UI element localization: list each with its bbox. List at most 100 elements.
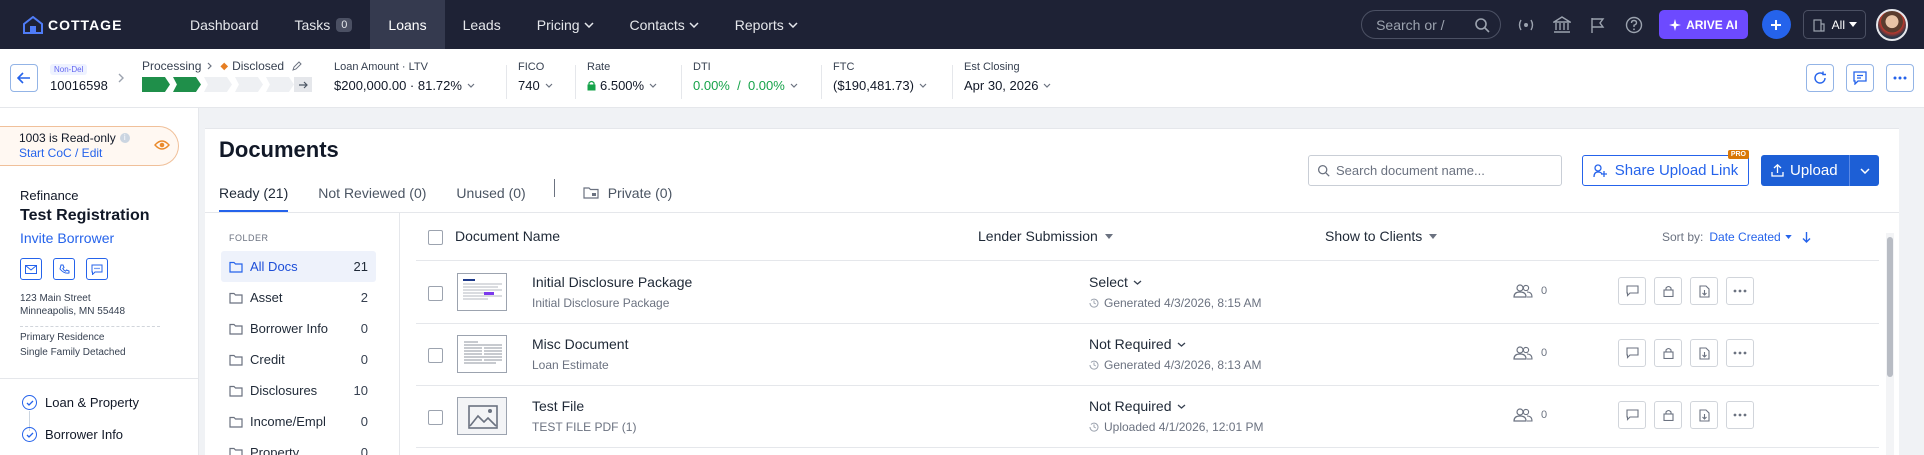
nav-leads[interactable]: Leads <box>445 0 519 49</box>
loan-stage[interactable]: Processing ◆ Disclosed <box>142 59 302 73</box>
chevron-down-icon <box>649 83 657 88</box>
back-button[interactable] <box>10 64 38 92</box>
help-icon[interactable] <box>1623 14 1645 36</box>
dti-field[interactable]: DTI 0.00% / 0.00% <box>681 61 798 99</box>
table-row[interactable]: Initial Disclosure Package Initial Disclo… <box>416 262 1879 324</box>
comment-button[interactable] <box>1618 339 1646 367</box>
lender-submission-dropdown[interactable]: Not Required <box>1089 336 1186 352</box>
user-avatar[interactable] <box>1876 8 1908 41</box>
lock-button[interactable] <box>1654 339 1682 367</box>
tab-private[interactable]: Private (0) <box>583 185 672 212</box>
document-name[interactable]: Initial Disclosure Package <box>532 274 692 290</box>
scope-dropdown[interactable]: All <box>1802 10 1866 39</box>
loan-sidebar: 1003 is Read-only i Start CoC / Edit Refi… <box>0 108 199 455</box>
row-more-button[interactable] <box>1726 339 1754 367</box>
loan-number[interactable]: 10016598 <box>50 78 108 93</box>
more-options-button[interactable] <box>1886 64 1914 92</box>
document-tabs: Ready (21) Not Reviewed (0) Unused (0) P… <box>219 179 702 212</box>
tab-ready[interactable]: Ready (21) <box>219 185 289 212</box>
global-search-input[interactable]: Search or / <box>1361 10 1502 39</box>
document-thumbnail[interactable] <box>457 273 507 311</box>
refresh-button[interactable] <box>1806 64 1834 92</box>
show-to-clients-toggle[interactable]: 0 <box>1513 284 1547 298</box>
table-row[interactable]: Misc Document Loan Estimate Not Required Ge… <box>416 324 1879 386</box>
show-to-clients-toggle[interactable]: 0 <box>1513 408 1547 422</box>
bank-icon[interactable] <box>1551 14 1573 36</box>
column-show-to-clients[interactable]: Show to Clients <box>1325 228 1438 244</box>
rate-field[interactable]: Rate 6.500% <box>575 61 657 99</box>
folder-item[interactable]: Asset 2 <box>221 282 376 313</box>
table-row[interactable]: Test File TEST FILE PDF (1) Not Required Up… <box>416 386 1879 448</box>
upload-options-dropdown[interactable] <box>1849 155 1879 186</box>
column-document-name[interactable]: Document Name <box>455 228 560 244</box>
folder-item[interactable]: Property 0 <box>221 437 376 455</box>
brand-logo[interactable]: COTTAGE <box>22 15 172 34</box>
invite-borrower-link[interactable]: Invite Borrower <box>20 230 114 246</box>
search-icon <box>1317 164 1330 177</box>
loan-amount-field[interactable]: Loan Amount · LTV $200,000.00 · 81.72% <box>334 61 475 93</box>
nav-dashboard[interactable]: Dashboard <box>172 0 277 49</box>
map-flag-icon[interactable] <box>1587 14 1609 36</box>
chat-button[interactable] <box>86 258 108 280</box>
comment-button[interactable] <box>1618 277 1646 305</box>
comment-button[interactable] <box>1618 401 1646 429</box>
eye-icon[interactable] <box>154 139 170 151</box>
folder-item[interactable]: Credit 0 <box>221 344 376 375</box>
ftc-field[interactable]: FTC ($190,481.73) <box>821 61 927 99</box>
share-upload-link-button[interactable]: Share Upload Link PRO <box>1582 150 1749 186</box>
sidebar-item-borrower-info[interactable]: Borrower Info <box>22 427 123 442</box>
document-thumbnail[interactable] <box>457 397 507 435</box>
lender-submission-dropdown[interactable]: Not Required <box>1089 398 1186 414</box>
sort-field-dropdown[interactable]: Date Created <box>1709 230 1792 244</box>
download-button[interactable] <box>1690 277 1718 305</box>
row-checkbox[interactable] <box>428 348 443 363</box>
edit-icon[interactable] <box>292 61 302 71</box>
call-button[interactable] <box>53 258 75 280</box>
nav-reports[interactable]: Reports <box>717 0 816 49</box>
download-button[interactable] <box>1690 339 1718 367</box>
nav-tasks[interactable]: Tasks 0 <box>277 0 371 49</box>
folder-name: Property <box>250 445 300 455</box>
scrollbar[interactable] <box>1886 233 1894 455</box>
sidebar-item-loan-property[interactable]: Loan & Property <box>22 395 139 410</box>
folder-item[interactable]: All Docs 21 <box>221 251 376 282</box>
select-all-checkbox[interactable] <box>428 230 443 245</box>
nav-reports-label: Reports <box>734 16 784 33</box>
property-type: Single Family Detached <box>20 347 126 358</box>
row-checkbox[interactable] <box>428 410 443 425</box>
arive-ai-button[interactable]: ARIVE AI <box>1659 10 1748 39</box>
property-details: Primary Residence Single Family Detached <box>20 330 126 360</box>
row-checkbox[interactable] <box>428 286 443 301</box>
folder-item[interactable]: Income/Empl 0 <box>221 406 376 437</box>
document-thumbnail[interactable] <box>457 335 507 373</box>
nav-pricing[interactable]: Pricing <box>519 0 612 49</box>
document-name[interactable]: Misc Document <box>532 336 628 352</box>
show-to-clients-toggle[interactable]: 0 <box>1513 346 1547 360</box>
nav-contacts[interactable]: Contacts <box>612 0 717 49</box>
tab-not-reviewed[interactable]: Not Reviewed (0) <box>318 185 426 212</box>
upload-button[interactable]: Upload <box>1761 155 1849 186</box>
document-search-input[interactable]: Search document name... <box>1308 155 1562 186</box>
add-button[interactable] <box>1761 10 1791 39</box>
scrollbar-thumb[interactable] <box>1887 237 1893 377</box>
est-closing-field[interactable]: Est Closing Apr 30, 2026 <box>952 61 1051 99</box>
folder-item[interactable]: Borrower Info 0 <box>221 313 376 344</box>
progress-next-icon[interactable] <box>294 77 312 92</box>
row-more-button[interactable] <box>1726 401 1754 429</box>
notes-button[interactable] <box>1846 64 1874 92</box>
sort-descending-icon[interactable] <box>1802 231 1811 243</box>
info-icon[interactable]: i <box>119 133 130 143</box>
lock-button[interactable] <box>1654 277 1682 305</box>
fico-field[interactable]: FICO 740 <box>506 61 553 99</box>
lock-button[interactable] <box>1654 401 1682 429</box>
nav-loans[interactable]: Loans <box>370 0 445 49</box>
broadcast-icon[interactable] <box>1515 14 1537 36</box>
column-lender-submission[interactable]: Lender Submission <box>978 228 1113 244</box>
tab-unused[interactable]: Unused (0) <box>456 185 525 212</box>
email-button[interactable] <box>20 258 42 280</box>
lender-submission-dropdown[interactable]: Select <box>1089 274 1142 290</box>
folder-item[interactable]: Disclosures 10 <box>221 375 376 406</box>
download-button[interactable] <box>1690 401 1718 429</box>
document-name[interactable]: Test File <box>532 398 584 414</box>
row-more-button[interactable] <box>1726 277 1754 305</box>
